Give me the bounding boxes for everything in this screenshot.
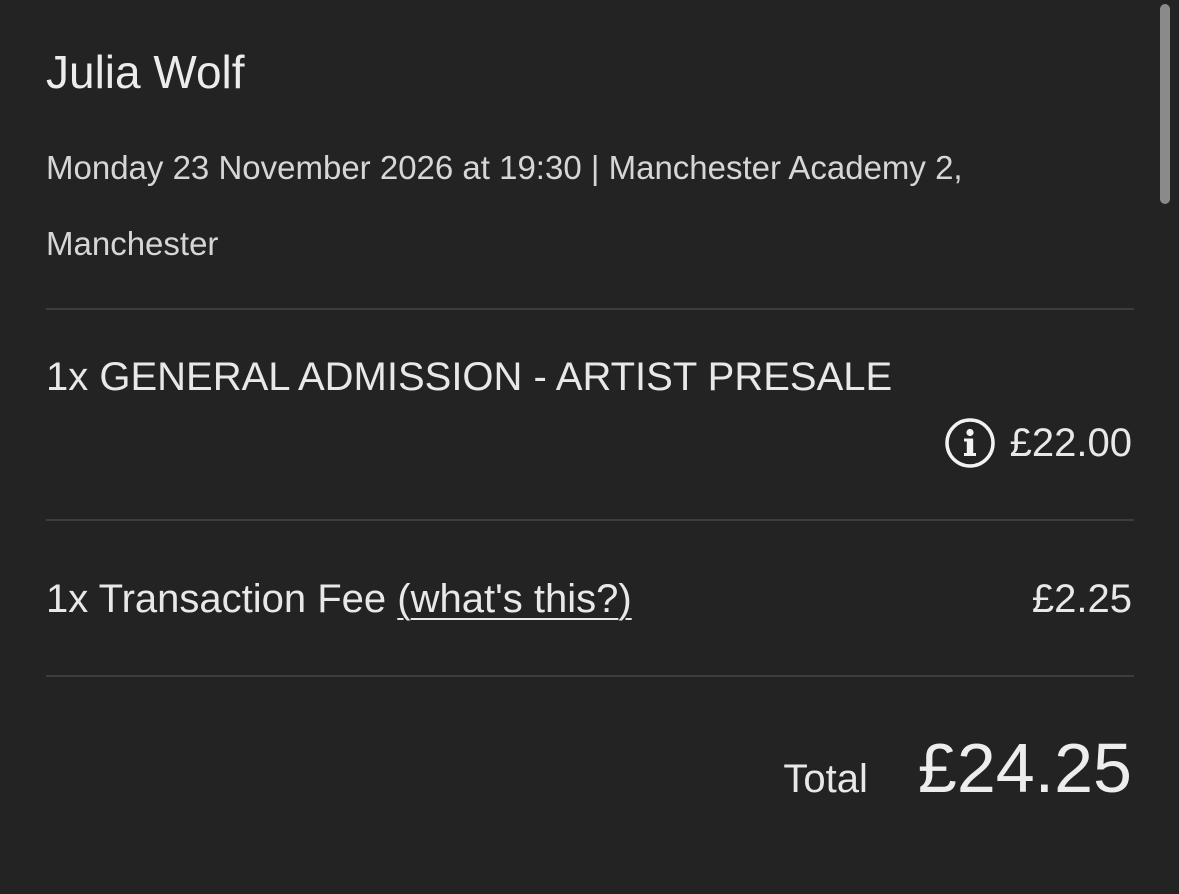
total-row: Total £24.25 (783, 728, 1132, 812)
scrollbar[interactable] (1160, 4, 1170, 204)
fee-link-close-paren: ) (618, 577, 632, 621)
info-icon[interactable] (944, 417, 996, 469)
fee-amount: £2.25 (1031, 577, 1132, 621)
ticket-price: £22.00 (1009, 421, 1132, 465)
event-details: Monday 23 November 2026 at 19:30 | Manch… (46, 149, 963, 262)
order-summary-panel: Julia Wolf Monday 23 November 2026 at 19… (46, 0, 1134, 894)
fee-link-open-paren: ( (397, 577, 411, 621)
event-title: Julia Wolf (46, 46, 245, 98)
divider (46, 519, 1134, 521)
whats-this-link[interactable]: (what's this?) (397, 577, 631, 621)
fee-label: 1x Transaction Fee (46, 577, 398, 621)
divider (46, 675, 1134, 677)
total-label: Total (783, 757, 868, 801)
transaction-fee-row: 1x Transaction Fee (what's this?) £2.25 (46, 574, 1132, 624)
ticket-price-row: £22.00 (944, 416, 1132, 470)
ticket-description: 1x GENERAL ADMISSION - ARTIST PRESALE (46, 355, 893, 399)
total-value: £24.25 (917, 729, 1132, 807)
fee-link-text: what's this? (410, 577, 619, 621)
divider (46, 308, 1134, 310)
